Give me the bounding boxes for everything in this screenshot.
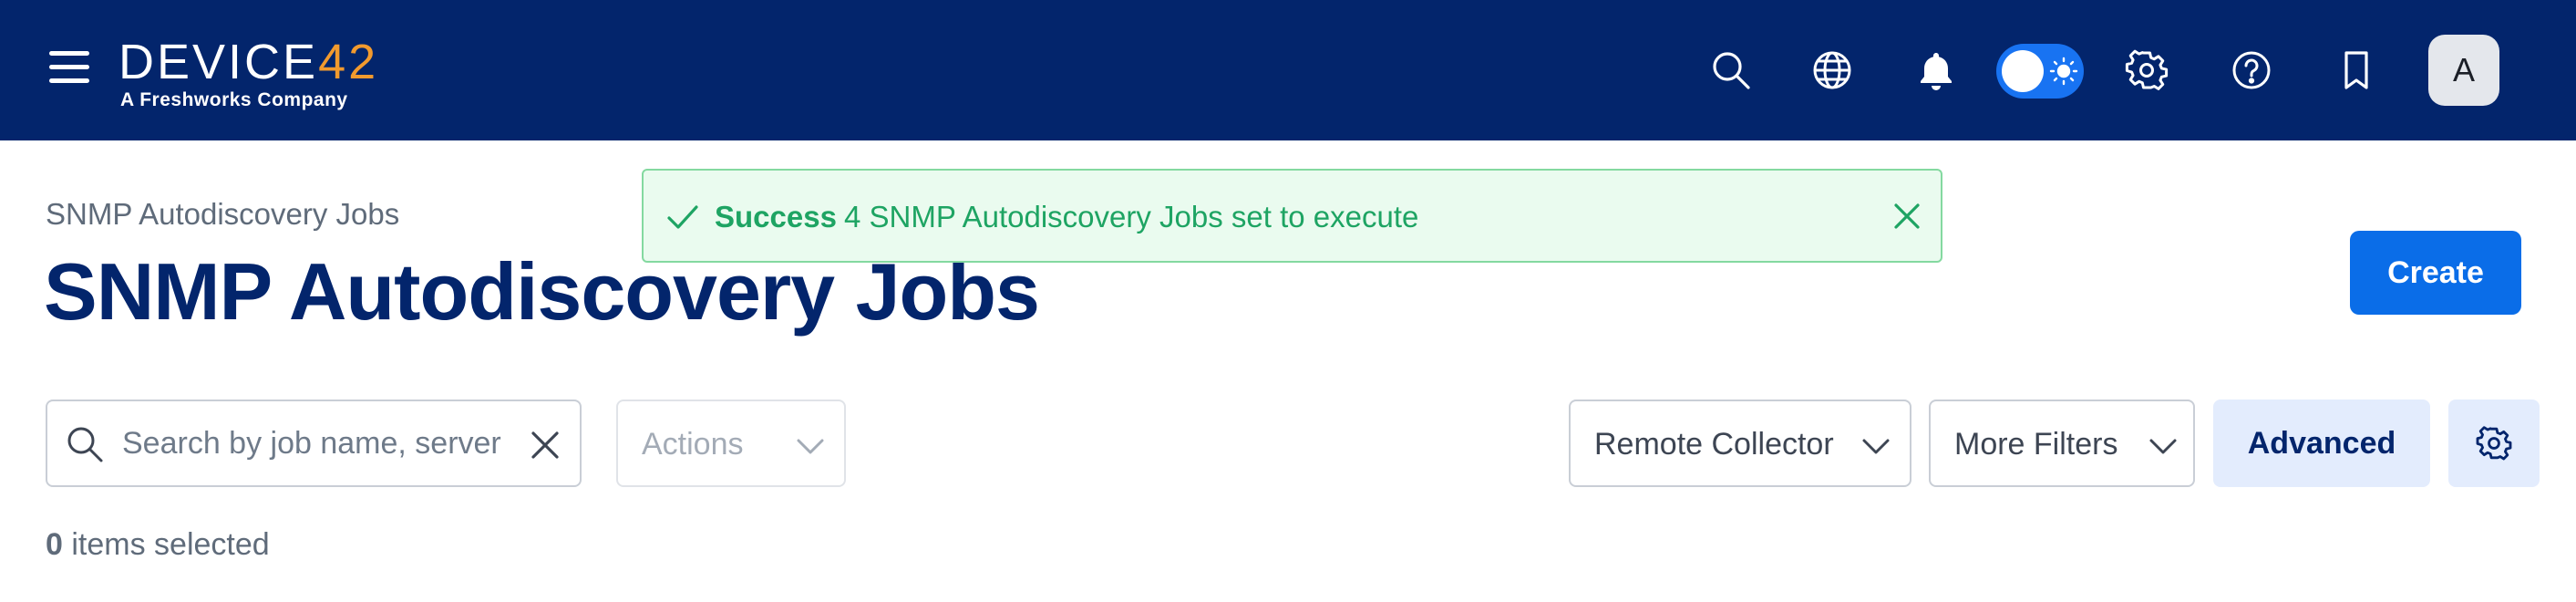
clear-search-icon[interactable] [525, 425, 565, 465]
chevron-down-icon [2149, 439, 2177, 454]
top-navigation-bar: DEVICE42 A Freshworks Company A [0, 0, 2576, 140]
advanced-button[interactable]: Advanced [2213, 400, 2430, 487]
success-toast: Success 4 SNMP Autodiscovery Jobs set to… [642, 169, 1942, 263]
chevron-down-icon [1862, 439, 1890, 454]
actions-dropdown[interactable]: Actions [616, 400, 846, 487]
toast-message: 4 SNMP Autodiscovery Jobs set to execute [844, 200, 1419, 234]
toast-title: Success [715, 200, 837, 234]
close-icon[interactable] [1887, 196, 1927, 236]
search-icon[interactable] [1705, 44, 1757, 97]
gear-icon [2476, 426, 2512, 461]
sun-icon [2049, 57, 2078, 86]
more-filters-label: More Filters [1954, 427, 2118, 462]
selected-count-number: 0 [46, 527, 63, 562]
toggle-knob [2002, 50, 2044, 92]
create-button[interactable]: Create [2350, 231, 2521, 315]
remote-collector-dropdown[interactable]: Remote Collector [1569, 400, 1911, 487]
items-selected-count: 0 items selected [46, 527, 270, 563]
search-field[interactable] [46, 400, 582, 487]
logo-subtitle: A Freshworks Company [120, 89, 348, 110]
menu-icon[interactable] [49, 51, 89, 89]
theme-toggle[interactable] [1996, 44, 2084, 99]
check-icon [667, 205, 698, 229]
globe-icon[interactable] [1806, 44, 1859, 97]
remote-collector-label: Remote Collector [1594, 427, 1834, 462]
bell-icon[interactable] [1910, 44, 1963, 97]
search-input[interactable] [122, 418, 551, 469]
help-icon[interactable] [2225, 44, 2278, 97]
selected-count-suffix: items selected [62, 527, 270, 562]
device42-logo[interactable]: DEVICE42 A Freshworks Company [118, 36, 378, 111]
bookmark-icon[interactable] [2330, 44, 2383, 97]
search-icon [67, 427, 103, 462]
gear-icon[interactable] [2120, 44, 2173, 97]
chevron-down-icon [797, 439, 824, 454]
table-settings-button[interactable] [2448, 400, 2540, 487]
breadcrumb[interactable]: SNMP Autodiscovery Jobs [46, 197, 399, 232]
actions-label: Actions [642, 427, 744, 462]
avatar[interactable]: A [2428, 35, 2499, 106]
more-filters-dropdown[interactable]: More Filters [1929, 400, 2195, 487]
logo-wordmark: DEVICE42 [118, 35, 379, 89]
